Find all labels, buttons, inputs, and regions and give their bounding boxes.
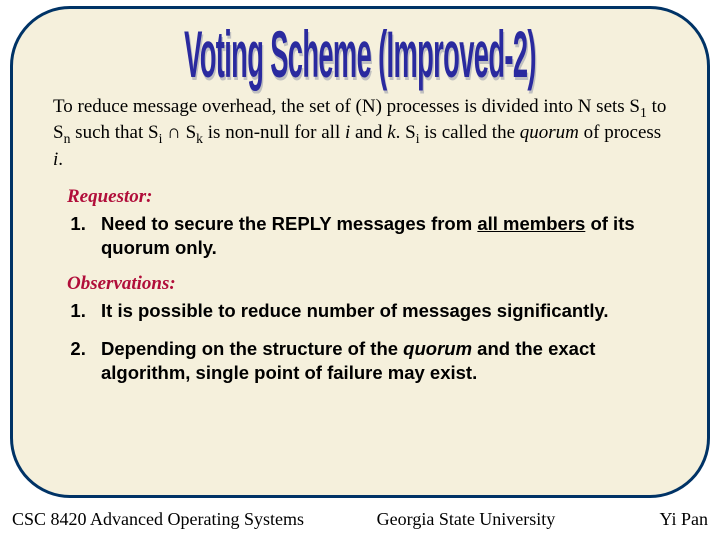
slide-footer: CSC 8420 Advanced Operating Systems Geor… — [0, 504, 720, 534]
intro-text: is called the — [420, 122, 520, 143]
sub-1: 1 — [640, 105, 647, 120]
list-item: Depending on the structure of the quorum… — [91, 337, 663, 384]
footer-course: CSC 8420 Advanced Operating Systems — [12, 509, 304, 530]
requestor-heading: Requestor: — [67, 186, 677, 208]
list-item: It is possible to reduce number of messa… — [91, 299, 663, 323]
slide-title: Voting Scheme (Improved-2) — [163, 23, 556, 89]
footer-university: Georgia State University — [304, 509, 628, 530]
observations-heading: Observations: — [67, 273, 677, 295]
intro-text: is non-null for all — [203, 122, 345, 143]
intro-text: and — [350, 122, 387, 143]
requestor-list: Need to secure the REPLY messages from a… — [91, 212, 663, 259]
sub-k: k — [196, 131, 203, 146]
list-item: Need to secure the REPLY messages from a… — [91, 212, 663, 259]
item-text: Depending on the structure of the — [101, 338, 403, 359]
intro-text: . — [58, 149, 63, 170]
italic-k: k — [387, 122, 395, 143]
intro-paragraph: To reduce message overhead, the set of (… — [53, 95, 667, 172]
intro-text: of process — [579, 122, 661, 143]
intro-text: such that S — [70, 122, 158, 143]
underline-all-members: all members — [477, 213, 585, 234]
observations-list: It is possible to reduce number of messa… — [91, 299, 663, 384]
italic-quorum2: quorum — [403, 338, 472, 359]
intro-text: . S — [396, 122, 416, 143]
footer-author: Yi Pan — [628, 509, 708, 530]
intro-text: To reduce message overhead, the set of (… — [53, 96, 640, 117]
intro-text: ∩ S — [162, 122, 196, 143]
italic-quorum: quorum — [520, 122, 579, 143]
item-text: It is possible to reduce number of messa… — [101, 300, 609, 321]
item-text: Need to secure the REPLY messages from — [101, 213, 477, 234]
slide-frame: Voting Scheme (Improved-2) To reduce mes… — [10, 6, 710, 498]
